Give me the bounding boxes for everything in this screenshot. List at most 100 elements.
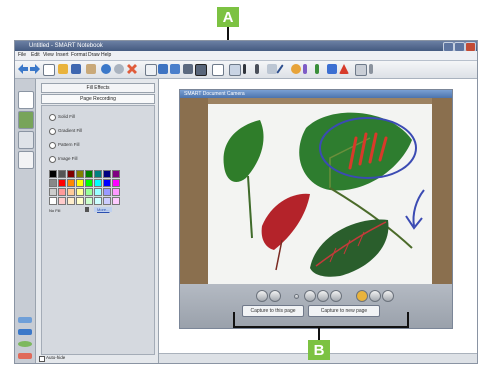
- magic-pen-icon[interactable]: [303, 64, 307, 74]
- menu-file[interactable]: File: [18, 51, 26, 60]
- swatch-dark-gray[interactable]: [58, 170, 66, 178]
- swatch-blue[interactable]: [103, 179, 111, 187]
- brightness-down-button[interactable]: [382, 290, 394, 302]
- properties-panel: Fill Effects Page Recording Solid Fill G…: [36, 79, 159, 363]
- swatch-navy[interactable]: [103, 170, 111, 178]
- menu-format[interactable]: Format: [71, 51, 87, 60]
- table-icon[interactable]: [212, 64, 224, 76]
- swatch-orchid[interactable]: [112, 197, 120, 205]
- swatch-light-yellow[interactable]: [76, 188, 84, 196]
- brightness-up-button[interactable]: [369, 290, 381, 302]
- screen-shade-icon[interactable]: [145, 64, 157, 76]
- swatch-light-green[interactable]: [85, 188, 93, 196]
- zoom-icon[interactable]: [244, 290, 254, 300]
- undo-icon[interactable]: [101, 64, 111, 74]
- select-icon[interactable]: [229, 64, 241, 76]
- zoom-in-button[interactable]: [256, 290, 268, 302]
- menu-help[interactable]: Help: [101, 51, 111, 60]
- swatch-light-magenta[interactable]: [112, 188, 120, 196]
- swatch-yellow[interactable]: [76, 179, 84, 187]
- image-fill-radio[interactable]: [49, 156, 56, 163]
- auto-hide-checkbox[interactable]: [39, 356, 45, 362]
- callout-b-bracket: [233, 312, 409, 328]
- title-bar: Untitled - SMART Notebook: [15, 41, 477, 52]
- marker-icon[interactable]: [255, 64, 259, 74]
- swatch-teal[interactable]: [94, 170, 102, 178]
- swatch-cyan[interactable]: [94, 179, 102, 187]
- solid-fill-radio[interactable]: [49, 114, 56, 121]
- swatch-magenta[interactable]: [112, 179, 120, 187]
- more-colors-link[interactable]: More...: [94, 207, 113, 212]
- swatch-tan[interactable]: [67, 197, 75, 205]
- pen-icon[interactable]: [243, 64, 246, 74]
- toolbar-more-icon[interactable]: [369, 64, 373, 74]
- swatch-purple[interactable]: [112, 170, 120, 178]
- gradient-fill-radio[interactable]: [49, 128, 56, 135]
- display-2-icon[interactable]: [170, 64, 180, 74]
- menu-draw[interactable]: Draw: [88, 51, 100, 60]
- swatch-cream[interactable]: [76, 197, 84, 205]
- line-icon[interactable]: [276, 64, 284, 74]
- remove-icon[interactable]: [18, 353, 32, 359]
- brightness-icon: [356, 290, 368, 302]
- swatch-black[interactable]: [49, 170, 57, 178]
- menu-edit[interactable]: Edit: [31, 51, 40, 60]
- focus-far-button[interactable]: [330, 290, 342, 302]
- forward-icon[interactable]: [30, 64, 40, 74]
- swatch-lavender[interactable]: [103, 197, 111, 205]
- page-recording-button[interactable]: Page Recording: [41, 94, 155, 104]
- back-icon[interactable]: [18, 64, 28, 74]
- eyedropper-icon[interactable]: [85, 207, 89, 212]
- redo-icon[interactable]: [114, 64, 124, 74]
- swatch-green[interactable]: [85, 170, 93, 178]
- swatch-mint[interactable]: [85, 197, 93, 205]
- callout-a-badge: A: [217, 7, 239, 27]
- swatch-gray[interactable]: [49, 179, 57, 187]
- arrow-right-icon[interactable]: [18, 329, 32, 335]
- gallery-tab[interactable]: [18, 111, 34, 129]
- swatch-light-blue[interactable]: [103, 188, 111, 196]
- paste-icon[interactable]: [86, 64, 96, 74]
- swatch-olive[interactable]: [76, 170, 84, 178]
- focus-auto-button[interactable]: [317, 290, 329, 302]
- text-icon[interactable]: [339, 64, 349, 74]
- document-camera-icon[interactable]: [195, 64, 207, 76]
- properties-tab[interactable]: [18, 151, 34, 169]
- swatch-lime[interactable]: [85, 179, 93, 187]
- swatch-ice[interactable]: [94, 197, 102, 205]
- swatch-orange[interactable]: [67, 179, 75, 187]
- auto-hide-label: Auto-hide: [46, 355, 66, 360]
- callout-b-badge: B: [308, 340, 330, 360]
- solid-fill-label: Solid Fill: [58, 114, 76, 119]
- fill-icon[interactable]: [327, 64, 337, 74]
- swatch-light-cyan[interactable]: [94, 188, 102, 196]
- arrow-left-icon[interactable]: [18, 317, 32, 323]
- swatch-maroon[interactable]: [67, 170, 75, 178]
- save-icon[interactable]: [71, 64, 81, 74]
- swatch-peach[interactable]: [67, 188, 75, 196]
- display-icon[interactable]: [158, 64, 168, 74]
- swatch-white[interactable]: [49, 197, 57, 205]
- add-page-icon[interactable]: [43, 64, 55, 76]
- swatch-rose[interactable]: [58, 197, 66, 205]
- shape-recognition-icon[interactable]: [315, 64, 319, 74]
- open-icon[interactable]: [58, 64, 68, 74]
- menu-insert[interactable]: Insert: [56, 51, 69, 60]
- swatch-pink[interactable]: [58, 188, 66, 196]
- camera-icon[interactable]: [183, 64, 193, 74]
- attachments-tab[interactable]: [18, 131, 34, 149]
- properties-icon[interactable]: [355, 64, 367, 76]
- add-icon[interactable]: [18, 341, 32, 347]
- pattern-fill-radio[interactable]: [49, 142, 56, 149]
- delete-icon[interactable]: [127, 64, 137, 74]
- zoom-out-button[interactable]: [269, 290, 281, 302]
- leaves-photo: [180, 98, 452, 284]
- shape-icon[interactable]: [291, 64, 301, 74]
- page-sorter-tab[interactable]: [18, 91, 34, 109]
- swatch-red[interactable]: [58, 179, 66, 187]
- swatch-silver[interactable]: [49, 188, 57, 196]
- focus-indicator: [294, 294, 299, 299]
- focus-near-button[interactable]: [304, 290, 316, 302]
- menu-view[interactable]: View: [43, 51, 54, 60]
- color-palette: No Fill More...: [49, 170, 139, 230]
